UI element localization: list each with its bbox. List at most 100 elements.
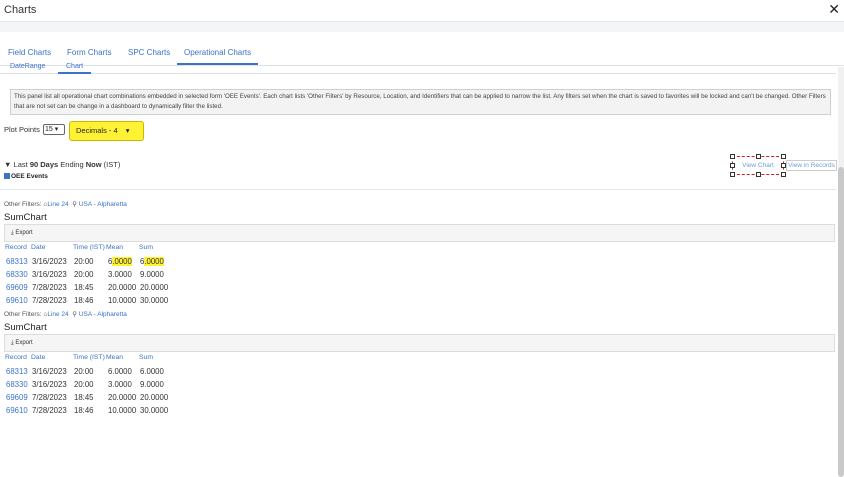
other-filters-label: Other Filters: [4,311,42,318]
info-panel: This panel list all operational chart co… [10,89,831,115]
col-sum[interactable]: Sum [139,244,153,251]
export-button[interactable]: ⤓ Export [11,230,33,237]
location-pin-icon: ⚲ [72,311,78,318]
other-filters: Other Filters: ⌂Line 24 ⚲ USA - Alpharet… [4,310,127,318]
record-link[interactable]: 69610 [6,406,28,415]
cell-sum: 9.0000 [140,270,164,279]
cell-sum: 20.0000 [140,393,169,402]
cell-date: 7/28/2023 [32,406,67,415]
resize-handle[interactable] [730,172,735,177]
cell-mean: 6.0000 [108,257,132,266]
cell-mean: 6.0000 [108,367,132,376]
record-link[interactable]: 69610 [6,296,28,305]
col-sum[interactable]: Sum [139,354,153,361]
form-name: OEE Events [4,173,48,180]
filter-mid: Ending [60,160,84,169]
highlighted-decimals: .0000 [144,257,164,266]
record-link[interactable]: 68313 [6,367,28,376]
cell-mean: 10.0000 [108,406,137,415]
cell-sum: 20.0000 [140,283,169,292]
resource-link[interactable]: Line 24 [47,201,68,208]
col-record[interactable]: Record [5,244,27,251]
tab-field-charts[interactable]: Field Charts [8,48,51,57]
cell-time: 18:46 [74,406,94,415]
cell-time: 18:45 [74,393,94,402]
decimals-select[interactable]: Decimals - 4 ▾ [69,121,144,141]
other-filters: Other Filters: ⌂Line 24 ⚲ USA - Alpharet… [4,200,127,208]
cell-time: 20:00 [74,257,94,266]
cell-mean: 3.0000 [108,380,132,389]
col-record[interactable]: Record [5,354,27,361]
cell-date: 7/28/2023 [32,393,67,402]
cell-date: 7/28/2023 [32,296,67,305]
plot-points-select[interactable]: 15 ▾ [43,124,65,135]
subtab-daterange[interactable]: DateRange [10,63,45,70]
date-filter-line: ▼ Last 90 Days Ending Now (IST) [4,160,120,169]
location-link[interactable]: USA - Alpharetta [79,201,127,208]
record-link[interactable]: 68330 [6,270,28,279]
cell-mean: 20.0000 [108,283,137,292]
resize-handle[interactable] [730,154,735,159]
export-toolbar: ⤓ Export [4,334,835,352]
resize-handle[interactable] [781,172,786,177]
cell-time: 18:46 [74,296,94,305]
form-name-text: OEE Events [11,173,48,180]
record-link[interactable]: 68313 [6,257,28,266]
scrollbar-thumb[interactable] [838,167,844,477]
close-icon[interactable]: ✕ [828,1,840,18]
cell-mean: 3.0000 [108,270,132,279]
col-date[interactable]: Date [31,354,45,361]
window-title: Charts [4,4,37,16]
subtab-chart[interactable]: Chart [58,63,92,74]
resize-handle[interactable] [756,172,761,177]
export-button[interactable]: ⤓ Export [11,340,33,347]
cell-date: 3/16/2023 [32,367,67,376]
cell-time: 18:45 [74,283,94,292]
chevron-down-icon: ▾ [125,126,130,135]
col-date[interactable]: Date [31,244,45,251]
resize-handle[interactable] [756,154,761,159]
cell-sum: 6.0000 [140,257,164,266]
download-icon: ⤓ [11,340,14,346]
location-link[interactable]: USA - Alpharetta [79,311,127,318]
filter-icon: ▼ [4,160,12,169]
tab-form-charts[interactable]: Form Charts [67,48,111,57]
window-titlebar: Charts ✕ [0,0,844,22]
tab-spc-charts[interactable]: SPC Charts [128,48,170,57]
form-icon [4,173,10,179]
col-mean[interactable]: Mean [106,354,123,361]
resize-handle[interactable] [730,163,735,168]
export-label: Export [15,230,33,236]
record-link[interactable]: 69609 [6,283,28,292]
cell-date: 3/16/2023 [32,270,67,279]
resize-handle[interactable] [781,154,786,159]
col-time[interactable]: Time (IST) [73,354,105,361]
chart-title: SumChart [4,322,47,333]
col-time[interactable]: Time (IST) [73,244,105,251]
resource-link[interactable]: Line 24 [47,311,68,318]
cell-time: 20:00 [74,367,94,376]
cell-time: 20:00 [74,380,94,389]
highlighted-decimals: .0000 [112,257,132,266]
other-filters-label: Other Filters: [4,201,42,208]
export-label: Export [15,340,33,346]
cell-sum: 9.0000 [140,380,164,389]
filter-timezone: (IST) [103,160,121,169]
col-mean[interactable]: Mean [106,244,123,251]
record-link[interactable]: 69609 [6,393,28,402]
plot-points-label: Plot Points [4,125,40,134]
chevron-down-icon: ▾ [54,126,59,133]
view-in-records-button[interactable]: View in Records [786,160,837,171]
cell-date: 3/16/2023 [32,257,67,266]
chart-title: SumChart [4,212,47,223]
record-link[interactable]: 68330 [6,380,28,389]
scrollbar[interactable] [838,67,844,477]
cell-mean: 20.0000 [108,393,137,402]
cell-mean: 10.0000 [108,296,137,305]
location-pin-icon: ⚲ [72,201,78,208]
cell-sum: 30.0000 [140,406,169,415]
cell-sum: 30.0000 [140,296,169,305]
cell-time: 20:00 [74,270,94,279]
decimals-value: Decimals - 4 [76,126,118,135]
cell-date: 3/16/2023 [32,380,67,389]
